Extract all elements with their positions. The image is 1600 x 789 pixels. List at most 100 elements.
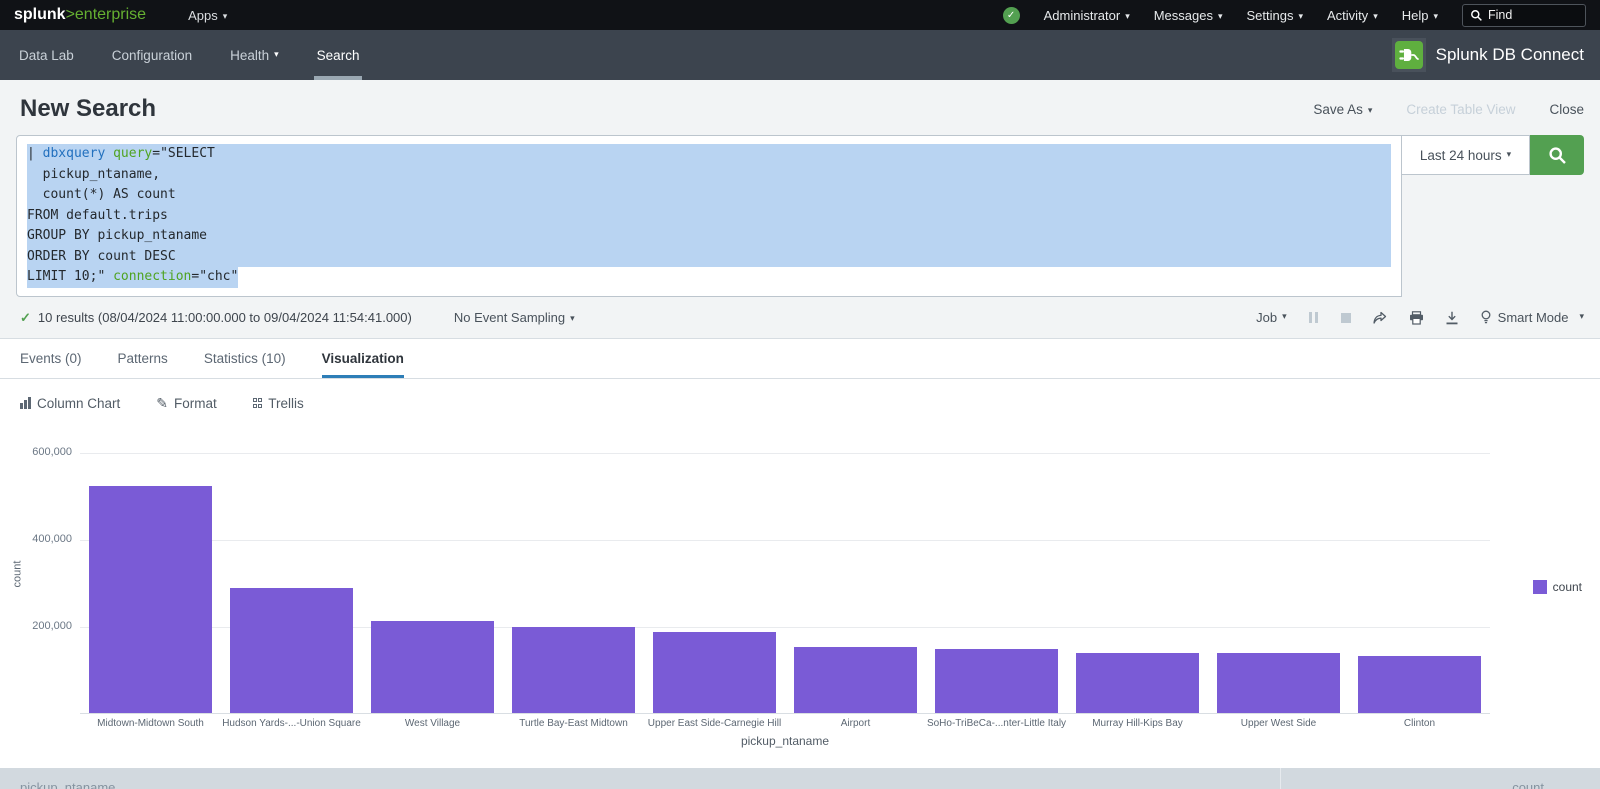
administrator-menu[interactable]: Administrator▾ (1044, 8, 1130, 23)
export-button[interactable] (1445, 311, 1459, 325)
save-as-button[interactable]: Save As▾ (1313, 102, 1372, 117)
time-range-picker[interactable]: Last 24 hours▾ (1402, 135, 1530, 175)
format-button[interactable]: ✎ Format (156, 395, 217, 412)
y-tick-label: 600,000 (16, 446, 72, 458)
chart-type-picker[interactable]: Column Chart (20, 396, 120, 411)
x-tick-label: Hudson Yards-...-Union Square (221, 718, 362, 729)
print-icon (1409, 311, 1424, 325)
lightbulb-icon (1480, 310, 1492, 325)
pause-button[interactable] (1308, 312, 1320, 323)
chevron-down-icon: ▾ (1507, 149, 1512, 160)
chevron-down-icon: ▾ (223, 11, 228, 21)
table-header-count[interactable]: count (1280, 768, 1600, 789)
results-tabs: Events (0) Patterns Statistics (10) Visu… (0, 339, 1600, 379)
download-icon (1445, 311, 1459, 325)
topbar-right: ✓ Administrator▾ Messages▾ Settings▾ Act… (1003, 4, 1586, 27)
bar-slot (1067, 653, 1208, 713)
x-tick-label: Midtown-Midtown South (80, 718, 221, 729)
job-controls: Job▾ Smart Mode▾ (1256, 310, 1584, 325)
legend-item-count[interactable]: count (1533, 580, 1582, 594)
results-bar: ✓ 10 results (08/04/2024 11:00:00.000 to… (0, 297, 1600, 338)
appnav-item-search[interactable]: Search (298, 30, 379, 80)
legend-label: count (1553, 580, 1582, 594)
column-chart: count 600,000400,000200,000 Midtown-Midt… (16, 428, 1584, 728)
create-table-view-button[interactable]: Create Table View (1406, 102, 1515, 117)
y-tick-label: 200,000 (16, 620, 72, 632)
column-chart-icon (20, 397, 31, 409)
bar-slot (503, 627, 644, 713)
query-line: count(*) AS count (27, 185, 1391, 206)
messages-menu[interactable]: Messages▾ (1154, 8, 1223, 23)
appnav-item-configuration[interactable]: Configuration (93, 30, 211, 80)
bar-4[interactable] (512, 627, 635, 713)
results-check-icon: ✓ (20, 310, 31, 326)
db-connect-plug-icon (1395, 41, 1423, 69)
bar-slot (1208, 653, 1349, 713)
job-menu[interactable]: Job▾ (1256, 310, 1287, 325)
settings-menu[interactable]: Settings▾ (1247, 8, 1304, 23)
event-sampling-menu[interactable]: No Event Sampling▾ (454, 310, 575, 325)
bar-10[interactable] (1358, 656, 1481, 713)
close-button[interactable]: Close (1549, 102, 1584, 117)
activity-menu[interactable]: Activity▾ (1327, 8, 1378, 23)
app-nav-bar: Data Lab Configuration Health▾ Search Sp… (0, 30, 1600, 80)
logo-product: enterprise (75, 6, 146, 23)
help-menu[interactable]: Help▾ (1402, 8, 1438, 23)
chevron-down-icon: ▾ (1579, 311, 1584, 322)
find-search-box[interactable] (1462, 4, 1586, 27)
bar-5[interactable] (653, 632, 776, 713)
x-axis-title: pickup_ntaname (80, 734, 1490, 748)
chevron-down-icon: ▾ (274, 49, 279, 60)
chevron-down-icon: ▾ (1298, 11, 1303, 21)
appnav-item-health[interactable]: Health▾ (211, 30, 298, 80)
tab-visualization[interactable]: Visualization (322, 339, 404, 378)
logo-separator: > (66, 6, 75, 23)
header-actions: Save As▾ Create Table View Close (1313, 102, 1584, 117)
appnav-item-data-lab[interactable]: Data Lab (0, 30, 93, 80)
x-tick-label: Turtle Bay-East Midtown (503, 718, 644, 729)
tab-statistics[interactable]: Statistics (10) (204, 339, 286, 378)
run-search-button[interactable] (1530, 135, 1584, 175)
bars (80, 428, 1490, 713)
search-bar-row: | dbxquery query="SELECT pickup_ntaname,… (16, 135, 1584, 297)
bar-9[interactable] (1217, 653, 1340, 713)
bar-slot (785, 647, 926, 713)
chevron-down-icon: ▾ (1373, 11, 1378, 21)
query-line: ORDER BY count DESC (27, 247, 1391, 268)
share-button[interactable] (1372, 311, 1388, 325)
chevron-down-icon: ▾ (1433, 11, 1438, 21)
bar-1[interactable] (89, 486, 212, 713)
apps-menu[interactable]: Apps▾ (188, 8, 227, 23)
query-line: LIMIT 10;" connection="chc" (27, 267, 238, 288)
stop-button[interactable] (1341, 313, 1351, 323)
top-bar: splunk>enterprise Apps▾ ✓ Administrator▾… (0, 0, 1600, 30)
smart-mode-menu[interactable]: Smart Mode▾ (1480, 310, 1584, 325)
bar-7[interactable] (935, 649, 1058, 713)
pencil-icon: ✎ (156, 395, 168, 412)
bar-3[interactable] (371, 621, 494, 713)
chevron-down-icon: ▾ (1125, 11, 1130, 21)
x-tick-label: SoHo-TriBeCa-...nter-Little Italy (926, 718, 1067, 729)
search-query-input[interactable]: | dbxquery query="SELECT pickup_ntaname,… (16, 135, 1402, 297)
bar-2[interactable] (230, 588, 353, 713)
health-status-icon[interactable]: ✓ (1003, 7, 1020, 24)
bar-8[interactable] (1076, 653, 1199, 713)
search-icon (1548, 146, 1567, 165)
trellis-button[interactable]: Trellis (253, 396, 304, 411)
chevron-down-icon: ▾ (1282, 311, 1287, 322)
app-icon-tile (1392, 38, 1426, 72)
logo-brand: splunk (14, 6, 66, 23)
bar-slot (644, 632, 785, 713)
print-button[interactable] (1409, 311, 1424, 325)
plot-area (80, 428, 1490, 714)
chevron-down-icon: ▾ (1368, 105, 1373, 115)
x-tick-label: Upper East Side-Carnegie Hill (644, 718, 785, 729)
splunk-logo[interactable]: splunk>enterprise (14, 6, 146, 24)
tab-patterns[interactable]: Patterns (118, 339, 168, 378)
search-header-zone: New Search Save As▾ Create Table View Cl… (0, 80, 1600, 339)
query-line: pickup_ntaname, (27, 165, 1391, 186)
bar-6[interactable] (794, 647, 917, 713)
tab-events[interactable]: Events (0) (20, 339, 82, 378)
find-input[interactable] (1488, 8, 1568, 22)
table-header-pickup-ntaname[interactable]: pickup_ntaname (0, 768, 1280, 789)
